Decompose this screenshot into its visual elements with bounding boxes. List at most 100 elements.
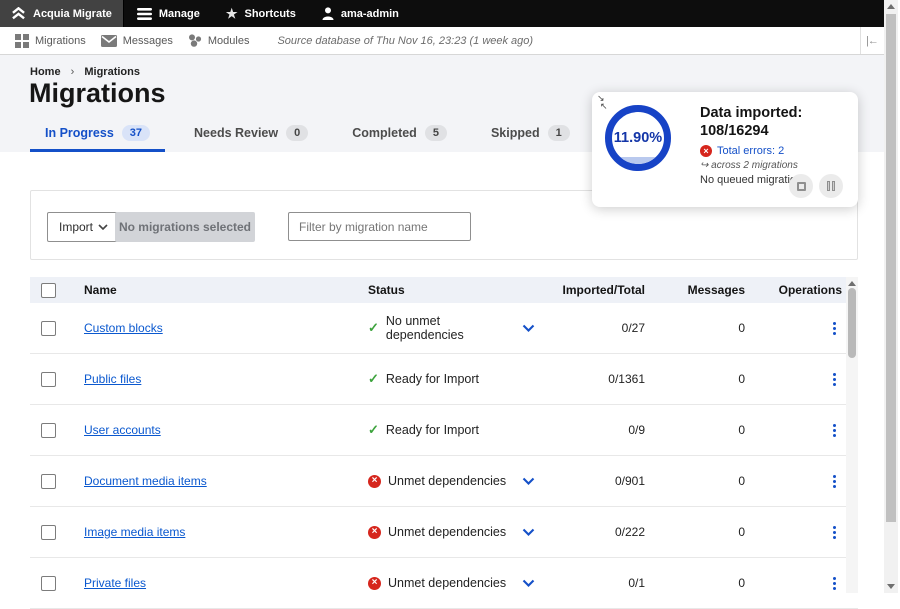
error-icon: × xyxy=(368,526,381,539)
progress-fill xyxy=(612,157,664,164)
imported-total-value: 0/27 xyxy=(548,321,645,335)
tab[interactable]: Completed 5 xyxy=(337,117,462,152)
row-checkbox[interactable] xyxy=(41,576,56,591)
table-scrollbar-thumb[interactable] xyxy=(848,288,856,358)
scroll-up-icon xyxy=(848,281,856,286)
total-errors-link[interactable]: × Total errors: 2 xyxy=(700,145,850,157)
page-scrollbar-thumb[interactable] xyxy=(886,14,896,522)
hamburger-icon xyxy=(137,8,152,20)
messages-count: 0 xyxy=(645,321,745,335)
migration-name-link[interactable]: Image media items xyxy=(84,525,185,539)
chevron-down-icon[interactable] xyxy=(522,324,535,332)
status-cell: ✓ No unmet dependencies xyxy=(368,314,508,342)
tab-count-badge: 1 xyxy=(548,125,570,141)
operations-menu-icon[interactable] xyxy=(827,369,842,390)
table-scrollbar[interactable] xyxy=(846,277,858,593)
admin-bar: Acquia Migrate Manage ★ Shortcuts ama-ad… xyxy=(0,0,884,27)
row-checkbox[interactable] xyxy=(41,321,56,336)
toolbar-item-modules[interactable]: Modules xyxy=(188,34,250,47)
tab-label: Skipped xyxy=(491,126,540,140)
operations-menu-icon[interactable] xyxy=(827,420,842,441)
imported-total-value: 0/901 xyxy=(548,474,645,488)
import-dropdown-button[interactable]: Import xyxy=(47,212,120,242)
stop-icon xyxy=(797,182,806,191)
shortcuts-label: Shortcuts xyxy=(244,8,295,20)
tab-label: In Progress xyxy=(45,126,114,140)
status-cell: ✓ Ready for Import xyxy=(368,422,508,438)
migration-name-link[interactable]: Custom blocks xyxy=(84,321,163,335)
toolbar-item-migrations[interactable]: Migrations xyxy=(15,34,86,48)
migration-name-link[interactable]: User accounts xyxy=(84,423,161,437)
status-cell: ✓ Ready for Import xyxy=(368,371,508,387)
migration-name-link[interactable]: Private files xyxy=(84,576,146,590)
toolbar-item-messages[interactable]: Messages xyxy=(101,35,173,47)
status-text: Ready for Import xyxy=(386,372,479,386)
shortcuts-menu-button[interactable]: ★ Shortcuts xyxy=(213,0,309,27)
tab-label: Needs Review xyxy=(194,126,278,140)
data-imported-title: Data imported: 108/16294 xyxy=(700,104,850,140)
chevron-down-icon[interactable] xyxy=(522,477,535,485)
breadcrumb-current: Migrations xyxy=(84,66,140,78)
collapse-card-icon[interactable]: ↘↖ xyxy=(597,94,608,111)
stop-import-button[interactable] xyxy=(789,174,813,198)
no-migrations-selected-button[interactable]: No migrations selected xyxy=(115,212,255,242)
messages-count: 0 xyxy=(645,372,745,386)
user-icon xyxy=(322,7,334,20)
breadcrumb-home-link[interactable]: Home xyxy=(30,66,61,78)
operations-menu-icon[interactable] xyxy=(827,318,842,339)
scroll-down-icon xyxy=(887,584,895,589)
envelope-icon xyxy=(101,35,117,47)
migrations-table: Name Status Imported/Total Messages Oper… xyxy=(30,277,858,609)
row-checkbox[interactable] xyxy=(41,372,56,387)
tab-label: Completed xyxy=(352,126,417,140)
operations-menu-icon[interactable] xyxy=(827,471,842,492)
table-body: Custom blocks ✓ No unmet dependencies 0/… xyxy=(30,303,858,609)
table-row: Custom blocks ✓ No unmet dependencies 0/… xyxy=(30,303,858,354)
table-row: Document media items × Unmet dependencie… xyxy=(30,456,858,507)
import-progress-card: ↘↖ 11.90% Data imported: 108/16294 × Tot… xyxy=(592,92,858,207)
progress-circle: 11.90% xyxy=(605,105,671,171)
row-checkbox[interactable] xyxy=(41,423,56,438)
row-checkbox[interactable] xyxy=(41,525,56,540)
tab[interactable]: Skipped 1 xyxy=(476,117,585,152)
header-name: Name xyxy=(84,283,368,297)
scroll-up-icon xyxy=(887,4,895,9)
check-icon: ✓ xyxy=(368,320,379,336)
breadcrumb: Home › Migrations xyxy=(30,66,140,78)
tab-count-badge: 5 xyxy=(425,125,447,141)
chevron-down-icon[interactable] xyxy=(522,579,535,587)
toolbar-collapse-button[interactable]: |← xyxy=(860,27,883,54)
manage-label: Manage xyxy=(159,8,200,20)
check-icon: ✓ xyxy=(368,371,379,387)
filter-migration-input[interactable] xyxy=(288,212,471,241)
status-text: Unmet dependencies xyxy=(388,474,506,488)
tab-count-badge: 0 xyxy=(286,125,308,141)
toolbar-modules-label: Modules xyxy=(208,35,250,47)
acquia-migrate-home-button[interactable]: Acquia Migrate xyxy=(0,0,124,27)
user-menu-button[interactable]: ama-admin xyxy=(309,0,412,27)
operations-menu-icon[interactable] xyxy=(827,573,842,594)
username-label: ama-admin xyxy=(341,8,399,20)
brand-label: Acquia Migrate xyxy=(33,8,112,20)
header-status: Status xyxy=(368,283,508,297)
table-row: Private files × Unmet dependencies 0/1 0 xyxy=(30,558,858,609)
table-header: Name Status Imported/Total Messages Oper… xyxy=(30,277,858,303)
messages-count: 0 xyxy=(645,576,745,590)
page-scrollbar[interactable] xyxy=(884,0,898,593)
status-cell: × Unmet dependencies xyxy=(368,576,508,590)
manage-menu-button[interactable]: Manage xyxy=(124,0,213,27)
migration-name-link[interactable]: Public files xyxy=(84,372,141,386)
operations-menu-icon[interactable] xyxy=(827,522,842,543)
imported-total-value: 0/1 xyxy=(548,576,645,590)
tab[interactable]: In Progress 37 xyxy=(30,117,165,152)
migration-name-link[interactable]: Document media items xyxy=(84,474,207,488)
table-row: Public files ✓ Ready for Import 0/1361 0 xyxy=(30,354,858,405)
select-all-checkbox[interactable] xyxy=(41,283,56,298)
grid-icon xyxy=(15,34,29,48)
status-text: Unmet dependencies xyxy=(388,525,506,539)
chevron-down-icon[interactable] xyxy=(522,528,535,536)
pause-import-button[interactable] xyxy=(819,174,843,198)
row-checkbox[interactable] xyxy=(41,474,56,489)
tab[interactable]: Needs Review 0 xyxy=(179,117,323,152)
imported-total-value: 0/9 xyxy=(548,423,645,437)
